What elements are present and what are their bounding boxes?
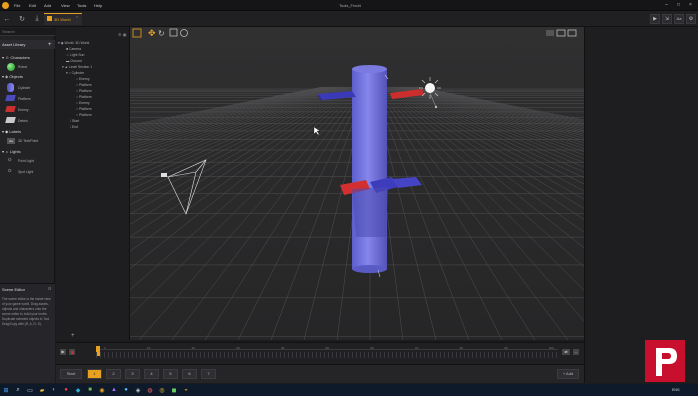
menu-edit[interactable]: Edit bbox=[29, 3, 36, 8]
app-icon[interactable]: ● bbox=[122, 386, 130, 394]
close-button[interactable]: × bbox=[686, 2, 695, 9]
point-light-icon: ☼ bbox=[7, 157, 13, 163]
play-timeline-button[interactable]: ▶ bbox=[60, 349, 66, 355]
section-objects[interactable]: ▾ ◈ Objects bbox=[2, 74, 23, 79]
robot-thumb bbox=[7, 63, 15, 71]
level-2-button[interactable]: 2 bbox=[106, 369, 121, 379]
app-logo bbox=[2, 2, 9, 9]
enemy-thumb bbox=[5, 106, 16, 112]
edge-icon[interactable]: ◐ bbox=[50, 386, 58, 394]
play-button[interactable]: ▶ bbox=[650, 14, 660, 24]
level-6-button[interactable]: 6 bbox=[182, 369, 197, 379]
text-label-icon: Aa bbox=[7, 138, 15, 144]
collapse-icon[interactable]: ⊟ bbox=[48, 286, 51, 291]
search-input[interactable]: Search bbox=[0, 28, 55, 36]
settings-button[interactable]: ⚙ bbox=[686, 14, 696, 24]
level-4-button[interactable]: 4 bbox=[144, 369, 159, 379]
spot-light-icon: ☼ bbox=[7, 168, 13, 174]
asset-platform[interactable]: Platform bbox=[18, 97, 31, 101]
maximize-button[interactable]: □ bbox=[674, 2, 683, 9]
window-title: Tools_Fred4 bbox=[338, 3, 361, 8]
debris-thumb bbox=[5, 117, 16, 123]
start-level-button[interactable]: Start bbox=[60, 369, 82, 379]
add-object-icon[interactable]: + bbox=[71, 333, 75, 339]
move-tool-icon: ✥ bbox=[148, 29, 156, 39]
timeline-ticks: 0 10 20 30 40 50 60 70 80 90 100 bbox=[104, 346, 554, 350]
app-icon[interactable]: ◒ bbox=[182, 386, 190, 394]
menu-help[interactable]: Help bbox=[94, 3, 102, 8]
menu-file[interactable]: File bbox=[14, 3, 20, 8]
record-button[interactable] bbox=[69, 349, 75, 355]
minimize-button[interactable]: – bbox=[662, 2, 671, 9]
cylinder-top bbox=[352, 65, 387, 73]
menu-view[interactable]: View bbox=[61, 3, 70, 8]
platform-thumb bbox=[5, 95, 16, 101]
world-tab-icon bbox=[47, 16, 52, 21]
app-icon[interactable]: ◉ bbox=[98, 386, 106, 394]
level-5-button[interactable]: 5 bbox=[163, 369, 178, 379]
search-icon[interactable]: ⌕ bbox=[14, 386, 22, 394]
back-icon[interactable]: ← bbox=[2, 14, 12, 24]
scene-editor-text: The scene editor is the inside view of y… bbox=[2, 297, 51, 326]
cylinder-object bbox=[352, 69, 387, 269]
app-icon[interactable]: ▲ bbox=[110, 386, 118, 394]
hierarchy-tree: ▾ ◉ World: 3D World ■ Camera ☼ Light Sun… bbox=[58, 40, 128, 130]
timeline-options-button[interactable]: ⇄ bbox=[562, 349, 570, 355]
hierarchy-item[interactable]: ⁞ End bbox=[58, 124, 128, 130]
toolbar bbox=[0, 11, 698, 27]
scene-3d-view[interactable]: ✥ ↻ bbox=[130, 27, 584, 340]
add-asset-icon[interactable]: + bbox=[48, 42, 52, 48]
scene-viewport[interactable]: ✥ ↻ bbox=[130, 27, 584, 340]
refresh-icon[interactable]: ↻ bbox=[17, 14, 27, 24]
windows-start-icon[interactable]: ⊞ bbox=[2, 386, 10, 394]
language-indicator[interactable]: ENG bbox=[672, 388, 680, 392]
section-characters[interactable]: ▾ ☺ Characters bbox=[2, 55, 30, 60]
asset-debris[interactable]: Debris bbox=[18, 119, 28, 123]
file-explorer-icon[interactable]: ▰ bbox=[38, 386, 46, 394]
watermark-logo bbox=[645, 340, 685, 382]
app-icon[interactable]: ● bbox=[62, 386, 70, 394]
level-7-button[interactable]: 7 bbox=[201, 369, 216, 379]
app-icon[interactable]: ◼ bbox=[170, 386, 178, 394]
tab-close-icon[interactable]: × bbox=[76, 14, 78, 19]
save-icon[interactable]: ⤓ bbox=[32, 14, 42, 24]
asset-robot[interactable]: Robot bbox=[18, 65, 27, 69]
app-icon[interactable]: ◍ bbox=[146, 386, 154, 394]
font-button[interactable]: Aa bbox=[674, 14, 684, 24]
level-3-button[interactable]: 3 bbox=[125, 369, 140, 379]
asset-library-header: Asset Library bbox=[0, 40, 55, 49]
export-button[interactable]: ⇲ bbox=[662, 14, 672, 24]
app-icon[interactable]: ■ bbox=[86, 386, 94, 394]
timeline-track[interactable] bbox=[96, 352, 558, 358]
app-icon[interactable]: ◎ bbox=[158, 386, 166, 394]
cylinder-thumb bbox=[7, 83, 14, 92]
asset-spot-light[interactable]: Spot Light bbox=[18, 170, 33, 174]
section-labels[interactable]: ▾ ◆ Labels bbox=[2, 129, 21, 134]
timeline-close-button[interactable]: – bbox=[573, 349, 579, 355]
rotate-tool-icon: ↻ bbox=[158, 29, 165, 38]
section-lights[interactable]: ▾ ☼ Lights bbox=[2, 149, 21, 154]
hierarchy-settings-icon[interactable]: ⚙ ▣ bbox=[118, 32, 126, 37]
app-icon[interactable]: ◆ bbox=[74, 386, 82, 394]
scene-editor-title: Scene Editor bbox=[2, 287, 25, 292]
asset-library-title: Asset Library bbox=[2, 42, 26, 47]
add-level-button[interactable]: + Add bbox=[557, 369, 579, 379]
asset-3d-text[interactable]: 3D Text/Point bbox=[18, 139, 38, 143]
menu-add[interactable]: Add bbox=[44, 3, 51, 8]
task-view-icon[interactable]: ▭ bbox=[26, 386, 34, 394]
asset-enemy[interactable]: Enemy bbox=[18, 108, 29, 112]
menu-tools[interactable]: Tools bbox=[77, 3, 86, 8]
level-1-button[interactable]: 1 bbox=[87, 369, 102, 379]
asset-point-light[interactable]: Point Light bbox=[18, 159, 34, 163]
camera-view-icon bbox=[546, 30, 554, 36]
asset-cylinder[interactable]: Cylinder bbox=[18, 86, 30, 90]
app-icon[interactable]: ◈ bbox=[134, 386, 142, 394]
properties-panel bbox=[584, 27, 698, 383]
